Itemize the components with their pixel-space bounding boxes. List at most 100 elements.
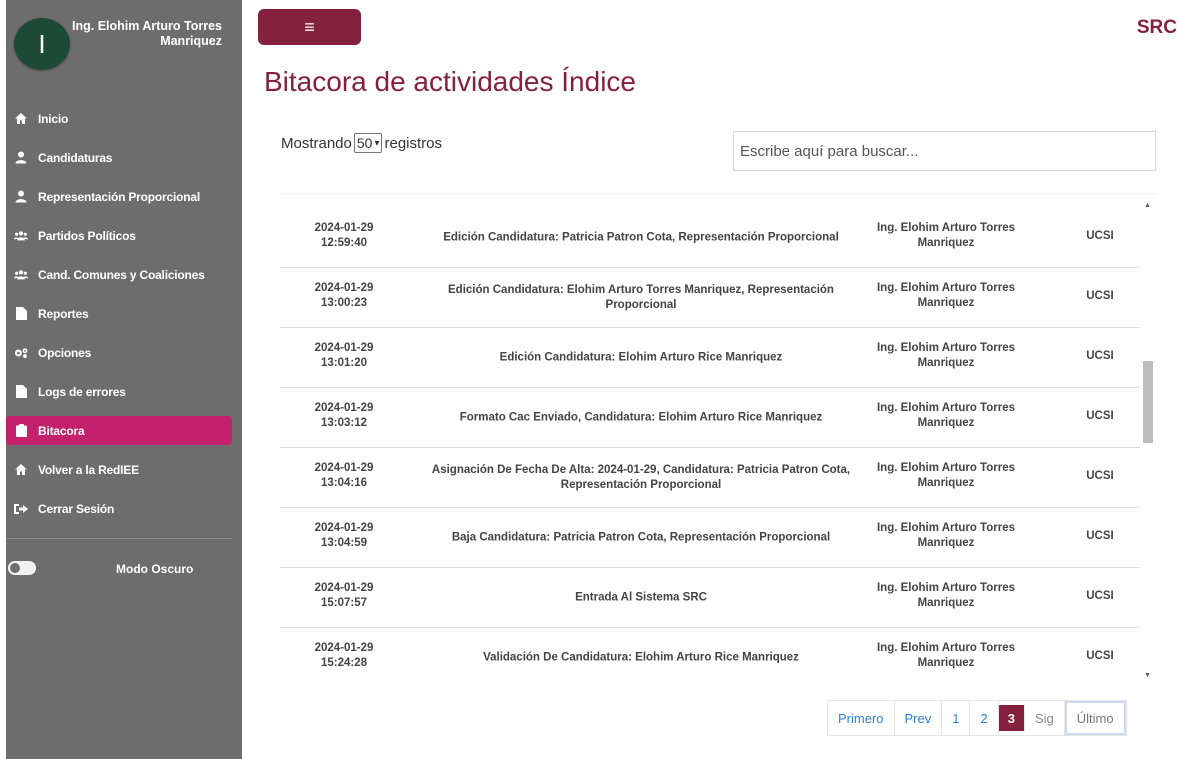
pagination-prev-button[interactable]: Prev — [894, 701, 943, 735]
table-row: 2024-01-29 15:07:57 Entrada Al Sistema SRC… — [280, 568, 1140, 628]
scroll-up-icon[interactable]: ▲ — [1144, 202, 1151, 209]
sidebar-item-cerrar-sesión[interactable]: Cerrar Sesión — [6, 494, 242, 523]
file-icon — [14, 307, 28, 321]
file-icon — [14, 385, 28, 399]
cell-datetime: 2024-01-29 15:07:57 — [280, 581, 408, 611]
cell-time: 15:07:57 — [320, 597, 368, 609]
sidebar-item-bitacora[interactable]: Bitacora — [6, 416, 232, 445]
cell-description: Asignación De Fecha De Alta: 2024-01-29,… — [431, 463, 851, 491]
cell-date: 2024-01-29 — [314, 222, 374, 234]
pagination: Primero Prev 1 2 3 Sig Último — [827, 700, 1127, 736]
sidebar-item-label: Candidaturas — [38, 150, 113, 165]
cell-area: UCSI — [1086, 410, 1114, 422]
cell-area: UCSI — [1086, 470, 1114, 482]
cell-datetime: 2024-01-29 13:04:59 — [280, 521, 408, 551]
cell-date: 2024-01-29 — [314, 282, 374, 294]
cell-user: Ing. Elohim Arturo Torres Manriquez — [876, 582, 1015, 609]
user-icon — [14, 190, 28, 204]
sidebar-item-label: Cand. Comunes y Coaliciones — [38, 267, 205, 282]
search-input[interactable]: Escribe aquí para buscar... — [733, 131, 1156, 171]
dark-mode-toggle[interactable] — [8, 561, 36, 575]
length-suffix: registros — [384, 134, 443, 152]
cell-user: Ing. Elohim Arturo Torres Manriquez — [876, 522, 1015, 549]
pagination-page-3[interactable]: 3 — [998, 705, 1025, 731]
gears-icon — [14, 346, 28, 360]
cell-area: UCSI — [1086, 230, 1114, 242]
sidebar-item-reportes[interactable]: Reportes — [6, 299, 242, 328]
table-row: 2024-01-29 15:24:28 Validación De Candidat… — [280, 628, 1140, 684]
cell-time: 13:01:20 — [320, 357, 368, 369]
cell-description: Formato Cac Enviado, Candidatura: Elohim… — [459, 411, 823, 423]
cell-user: Ing. Elohim Arturo Torres Manriquez — [876, 462, 1015, 489]
sidebar-item-label: Reportes — [38, 306, 89, 321]
scroll-down-icon[interactable]: ▼ — [1144, 672, 1151, 679]
records-per-page-select[interactable]: 50 ▾ — [353, 133, 383, 153]
records-per-page-value: 50 — [356, 135, 373, 151]
log-table: 2024-01-29 12:59:40 Edición Candidatura: P… — [280, 193, 1156, 684]
sidebar-item-inicio[interactable]: Inicio — [6, 104, 242, 133]
table-row: 2024-01-29 13:04:59 Baja Candidatura: Patr… — [280, 508, 1140, 568]
sidebar-item-partidos-políticos[interactable]: Partidos Políticos — [6, 221, 242, 250]
cell-datetime: 2024-01-29 15:24:28 — [280, 641, 408, 671]
brand-logo-text: SRC — [1136, 17, 1177, 38]
clipboard-icon — [14, 424, 28, 438]
page-title: Bitacora de actividades Índice — [264, 66, 636, 97]
cell-user: Ing. Elohim Arturo Torres Manriquez — [876, 642, 1015, 669]
cell-date: 2024-01-29 — [314, 462, 374, 474]
home-icon — [14, 112, 28, 126]
sidebar-divider — [6, 538, 232, 539]
pagination-first-button[interactable]: Primero — [828, 701, 895, 735]
cell-user: Ing. Elohim Arturo Torres Manriquez — [876, 282, 1015, 309]
sidebar-item-label: Bitacora — [38, 423, 85, 438]
sidebar-item-representación-proporcional[interactable]: Representación Proporcional — [6, 182, 242, 211]
search-placeholder: Escribe aquí para buscar... — [740, 142, 919, 160]
dark-mode-label: Modo Oscuro — [116, 562, 194, 576]
cell-date: 2024-01-29 — [314, 582, 374, 594]
cell-area: UCSI — [1086, 350, 1114, 362]
cell-time: 13:04:59 — [320, 537, 368, 549]
cell-user: Ing. Elohim Arturo Torres Manriquez — [876, 402, 1015, 429]
avatar[interactable]: I — [14, 18, 70, 70]
home-icon — [14, 463, 28, 477]
sidebar-item-label: Representación Proporcional — [38, 189, 200, 204]
sidebar-item-opciones[interactable]: Opciones — [6, 338, 242, 367]
cell-datetime: 2024-01-29 13:04:16 — [280, 461, 408, 491]
cell-date: 2024-01-29 — [314, 522, 374, 534]
cell-description: Edición Candidatura: Elohim Arturo Rice … — [499, 351, 783, 363]
scrollbar-thumb[interactable] — [1143, 361, 1153, 443]
sidebar-item-label: Partidos Políticos — [38, 228, 136, 243]
sidebar-item-label: Cerrar Sesión — [38, 501, 115, 516]
cell-user: Ing. Elohim Arturo Torres Manriquez — [876, 222, 1015, 249]
sidebar-item-candidaturas[interactable]: Candidaturas — [6, 143, 242, 172]
sidebar-item-label: Volver a la RedIEE — [38, 462, 139, 477]
pagination-next-button[interactable]: Sig — [1024, 701, 1065, 735]
cell-description: Edición Candidatura: Elohim Arturo Torre… — [448, 283, 834, 311]
cell-description: Entrada Al Sistema SRC — [575, 591, 707, 603]
cell-datetime: 2024-01-29 13:01:20 — [280, 341, 408, 371]
records-length-control: Mostrando 50 ▾ registros — [281, 133, 442, 153]
menu-toggle-button[interactable]: ≡ — [258, 9, 361, 45]
cell-user: Ing. Elohim Arturo Torres Manriquez — [876, 342, 1015, 369]
cell-area: UCSI — [1086, 650, 1114, 662]
user-name: Ing. Elohim Arturo Torres Manriquez — [72, 19, 223, 48]
sidebar-item-cand-comunes-y-coaliciones[interactable]: Cand. Comunes y Coaliciones — [6, 260, 242, 289]
cell-date: 2024-01-29 — [314, 402, 374, 414]
sidebar-item-logs-de-errores[interactable]: Logs de errores — [6, 377, 242, 406]
table-row: 2024-01-29 13:01:20 Edición Candidatura: E… — [280, 328, 1140, 388]
cell-time: 13:04:16 — [320, 477, 368, 489]
chevron-down-icon: ▾ — [374, 137, 380, 149]
table-row: 2024-01-29 13:00:23 Edición Candidatura: E… — [280, 268, 1140, 328]
sidebar: I Ing. Elohim Arturo Torres Manriquez In… — [6, 0, 242, 759]
pagination-page-1[interactable]: 1 — [942, 701, 971, 735]
sidebar-item-volver-a-la-rediee[interactable]: Volver a la RedIEE — [6, 455, 242, 484]
length-prefix: Mostrando — [281, 134, 352, 152]
cell-area: UCSI — [1086, 530, 1114, 542]
cell-datetime: 2024-01-29 13:03:12 — [280, 401, 408, 431]
cell-area: UCSI — [1086, 290, 1114, 302]
pagination-last-button[interactable]: Último — [1064, 701, 1126, 735]
table-body: 2024-01-29 12:59:40 Edición Candidatura: P… — [280, 208, 1140, 684]
cell-description: Validación De Candidatura: Elohim Arturo… — [483, 651, 799, 663]
cell-date: 2024-01-29 — [314, 642, 374, 654]
pagination-page-2[interactable]: 2 — [970, 701, 999, 735]
table-scrollbar[interactable]: ▲ ▼ — [1140, 194, 1156, 684]
